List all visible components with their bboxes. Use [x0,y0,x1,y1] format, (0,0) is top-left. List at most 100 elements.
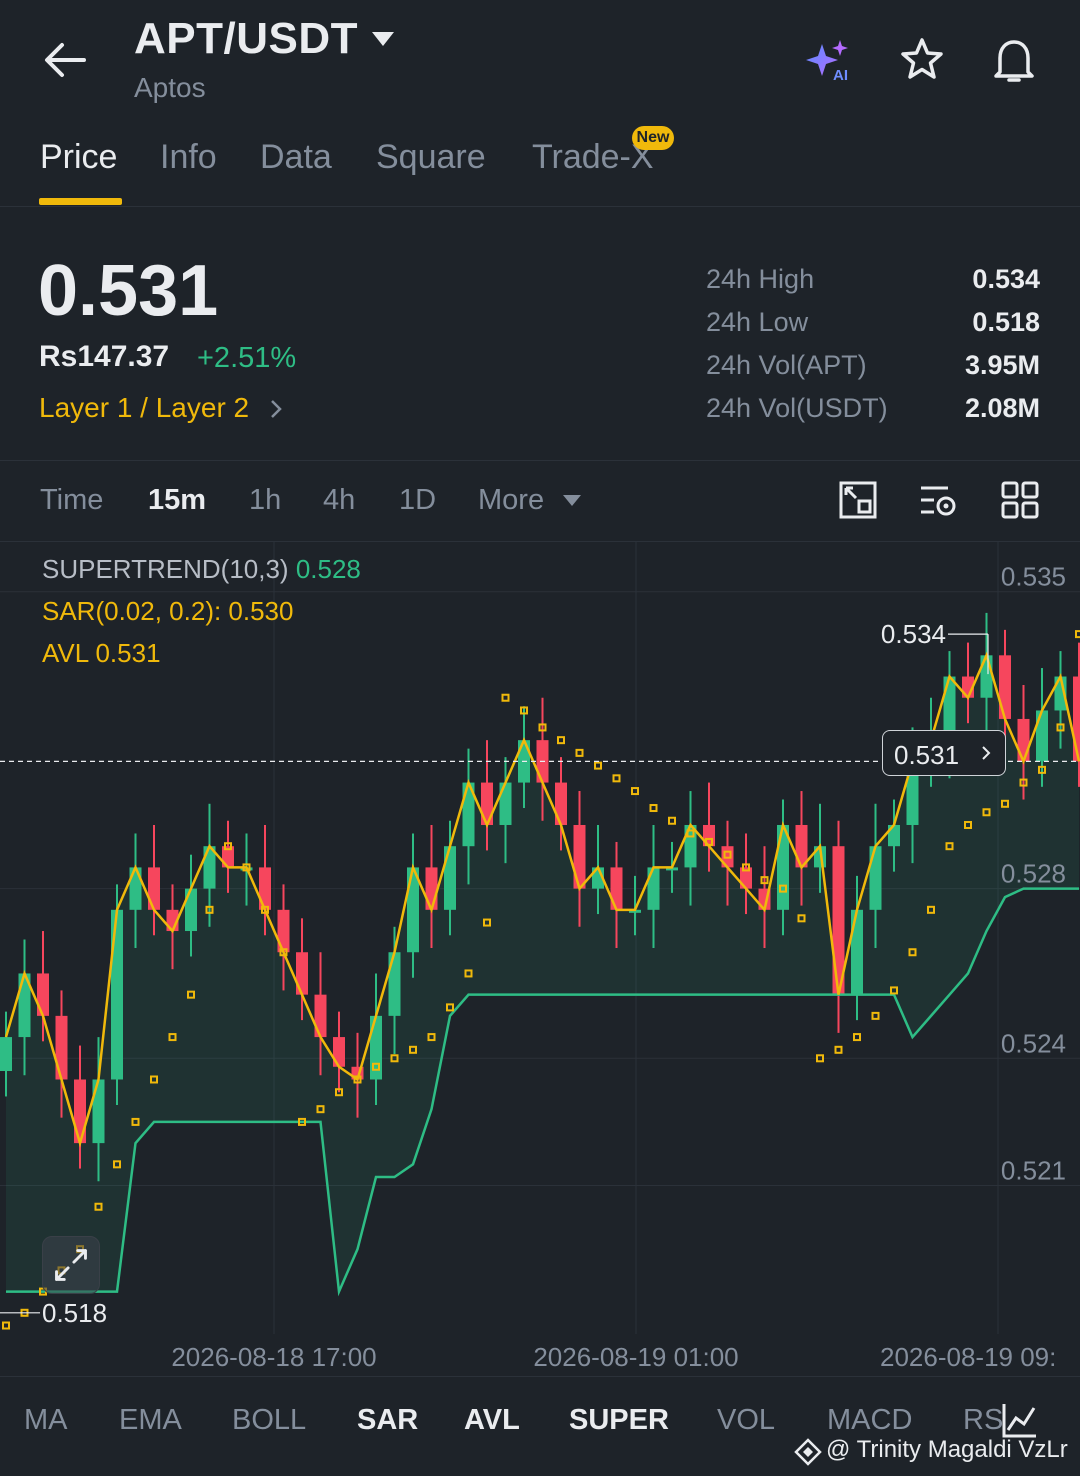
candle-body [1036,710,1048,762]
indicator-rsi[interactable]: RS [963,1404,1003,1437]
candle-body [647,867,660,910]
grid-layout-icon[interactable] [1000,480,1040,520]
chart-fullscreen-icon[interactable] [838,480,878,520]
more-caret-icon[interactable] [562,494,582,508]
sar-dot [871,1011,880,1020]
avl-label: AVL 0.531 [42,638,161,668]
low-marker-label: 0.518 [42,1298,107,1328]
notification-bell-icon[interactable] [990,34,1038,86]
indicator-super[interactable]: SUPER [569,1404,669,1437]
timeframe-1h[interactable]: 1h [249,484,281,517]
stat-value-vol-apt: 3.95M [964,350,1040,380]
watermark-logo-icon [794,1438,822,1466]
chevron-right-icon[interactable] [268,398,284,420]
candle-body [425,867,438,910]
timeframe-more[interactable]: More [478,484,544,517]
candle-body [55,1015,68,1080]
candle-body [573,824,586,889]
candle-body [148,867,160,910]
candle-body [111,909,123,1080]
favorite-star-icon[interactable] [898,36,946,84]
candle-body [277,909,290,953]
candle-body [499,782,512,825]
sar-dot [501,693,510,702]
stat-label-vol-usdt: 24h Vol(USDT) [706,393,888,423]
x-axis-label: 2026-08-18 17:00 [171,1342,376,1372]
timeframe-4h[interactable]: 4h [323,484,355,517]
sar-dot [649,804,658,813]
sar-dot [2,1321,10,1330]
candle-body [1017,718,1030,762]
candle-body [851,909,863,995]
stat-label-low: 24h Low [706,307,809,337]
sar-dot [594,761,602,770]
tab-price[interactable]: Price [40,138,117,177]
indicator-ma[interactable]: MA [24,1404,68,1437]
sar-dot [853,1033,861,1042]
x-axis-label: 2026-08-19 09: [880,1342,1056,1372]
chart-divider [0,1376,1080,1377]
candle-body [0,1037,12,1072]
candle-body [37,973,49,1016]
sar-label: SAR(0.02, 0.2): 0.530 [42,596,294,626]
y-axis-label: 0.524 [1001,1028,1066,1058]
y-axis-label: 0.521 [1001,1156,1066,1186]
tab-info[interactable]: Info [160,138,217,177]
last-price: 0.531 [38,251,219,331]
sar-dot [612,774,621,783]
sar-dot [575,748,584,757]
pair-title[interactable]: APT/USDT [134,14,358,64]
tab-data[interactable]: Data [260,138,332,177]
candle-body [610,867,623,910]
fiat-price: Rs147.37 [39,340,170,373]
ai-sparkle-icon[interactable]: AI [804,38,854,82]
new-badge: New [632,126,674,150]
candle-body [444,846,456,910]
timeframe-time[interactable]: Time [40,484,103,517]
current-price-pill-value: 0.531 [894,740,960,770]
supertrend-label: SUPERTREND(10,3) 0.528 [42,554,361,585]
stat-value-low: 0.518 [972,307,1040,337]
svg-text:AI: AI [833,67,848,82]
tab-square[interactable]: Square [376,138,486,177]
pair-dropdown-icon[interactable] [370,30,396,48]
y-axis-label: 0.535 [1001,562,1066,592]
candle-body [869,846,882,910]
indicator-ema[interactable]: EMA [119,1404,182,1437]
supertrend-name: SUPERTREND(10,3) [42,554,289,584]
candlestick-chart[interactable]: 0.535 0.528 0.524 0.521 2026-08-18 17:00 202… [0,542,1080,1376]
coin-name: Aptos [134,72,206,103]
x-axis-label: 2026-08-19 01:00 [533,1342,738,1372]
timeframe-15m[interactable]: 15m [148,484,206,517]
back-arrow-icon[interactable] [40,38,90,82]
stat-value-high: 0.534 [972,264,1040,294]
timeframe-1d[interactable]: 1D [399,484,436,517]
sar-dot [1075,630,1080,639]
indicator-chart-icon[interactable] [1000,1400,1040,1440]
indicator-sar[interactable]: SAR [357,1404,418,1437]
candle-body [388,952,401,1016]
indicator-macd[interactable]: MACD [827,1404,912,1437]
y-axis-label: 0.528 [1001,859,1066,889]
candle-body [129,867,142,910]
indicator-boll[interactable]: BOLL [232,1404,306,1437]
candle-body [92,1079,105,1144]
candle-body [185,888,197,932]
indicator-vol[interactable]: VOL [717,1404,775,1437]
expand-arrows-icon[interactable] [42,1236,100,1294]
indicator-avl[interactable]: AVL [464,1404,520,1437]
stat-label-vol-apt: 24h Vol(APT) [706,350,867,380]
tabs-divider [0,206,1080,207]
supertrend-value: 0.528 [295,554,361,584]
chevron-right-icon [982,746,991,760]
price-divider [0,460,1080,461]
active-tab-indicator [39,198,122,205]
candle-body [555,782,567,825]
candle-body [980,655,993,698]
sar-dot [557,736,565,745]
chart-settings-icon[interactable] [918,480,958,520]
category-link[interactable]: Layer 1 / Layer 2 [39,392,249,424]
high-marker-label: 0.534 [881,619,946,649]
candle-body [259,867,271,910]
price-change-percent: +2.51% [197,342,297,374]
